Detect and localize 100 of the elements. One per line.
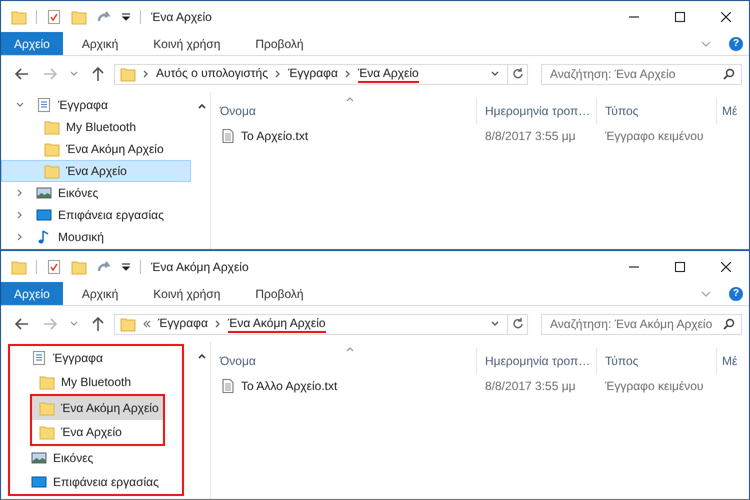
back-icon[interactable] xyxy=(14,66,30,82)
folder-icon xyxy=(44,141,60,157)
window-title: Ένα Ακόμη Αρχείο xyxy=(151,260,249,274)
breadcrumb[interactable]: Ένα Αρχείο xyxy=(358,66,419,82)
properties-icon[interactable] xyxy=(46,258,62,274)
collapse-chevron-icon[interactable] xyxy=(16,101,24,109)
breadcrumb-chevron-icon[interactable] xyxy=(143,70,149,78)
back-icon[interactable] xyxy=(14,316,30,332)
desktop-icon xyxy=(36,207,52,223)
document-icon xyxy=(36,97,52,113)
search-icon xyxy=(723,318,735,330)
close-icon xyxy=(721,12,731,22)
nav-item[interactable]: Ένα Αρχείο xyxy=(1,160,191,182)
nav-item[interactable]: My Bluetooth xyxy=(10,370,182,394)
breadcrumb-chevron-icon[interactable] xyxy=(214,320,221,328)
document-icon xyxy=(31,350,47,366)
nav-item[interactable]: Μουσική xyxy=(1,226,191,248)
nav-item[interactable]: Ένα Ακόμη Αρχείο xyxy=(32,396,163,420)
nav-item[interactable]: My Bluetooth xyxy=(1,116,191,138)
ribbon-tab[interactable]: Αρχική xyxy=(68,32,132,55)
breadcrumb-chevron-icon[interactable] xyxy=(344,70,351,78)
recent-caret-icon[interactable] xyxy=(70,70,78,78)
overflow-chevrons-icon[interactable] xyxy=(143,320,151,328)
refresh-button[interactable] xyxy=(508,64,528,84)
column-header[interactable]: Μέ xyxy=(716,98,741,124)
expand-chevron-icon[interactable] xyxy=(16,189,24,197)
breadcrumb[interactable]: Έγγραφα xyxy=(288,66,338,82)
nav-item[interactable]: Ένα Αρχείο xyxy=(32,420,163,444)
nav-item[interactable]: Ένα Ακόμη Αρχείο xyxy=(1,138,191,160)
search-field[interactable]: Αναζήτηση: Ένα Ακόμη Αρχείο xyxy=(541,314,742,334)
ribbon-tab[interactable]: Κοινή χρήση xyxy=(140,32,234,55)
column-header[interactable]: Ημερομηνία τροπ… xyxy=(476,348,596,374)
search-icon xyxy=(723,68,735,80)
folder-icon xyxy=(44,119,60,135)
properties-icon[interactable] xyxy=(46,8,62,24)
nav-item[interactable]: Επιφάνεια εργασίας xyxy=(10,470,182,494)
ribbon-tab[interactable]: Προβολή xyxy=(242,282,317,305)
expand-ribbon-icon[interactable] xyxy=(701,288,711,298)
customize-caret-icon[interactable] xyxy=(121,262,131,272)
nav-item[interactable]: Επιφάνεια εργασίας xyxy=(1,204,191,226)
refresh-icon xyxy=(512,68,524,80)
address-bar[interactable]: Αυτός ο υπολογιστής Έγγραφα Ένα Αρχείο xyxy=(114,64,508,84)
maximize-icon xyxy=(675,262,685,272)
nav-item[interactable]: Έγγραφα xyxy=(1,94,191,116)
column-header[interactable]: Τύπος xyxy=(596,348,716,374)
dropdown-caret-icon[interactable] xyxy=(491,70,499,78)
column-header[interactable]: Όνομα xyxy=(211,98,476,124)
column-header[interactable]: Μέ xyxy=(716,348,741,374)
nav-item[interactable]: Εικόνες xyxy=(1,182,191,204)
breadcrumb[interactable]: Αυτός ο υπολογιστής xyxy=(156,66,268,82)
ribbon-tab[interactable]: Αρχική xyxy=(68,282,132,305)
nav-item[interactable]: Εικόνες xyxy=(10,446,182,470)
folder-icon xyxy=(120,316,136,332)
ribbon-tab[interactable]: Αρχείο xyxy=(1,32,63,55)
ribbon-tab[interactable]: Αρχείο xyxy=(1,282,63,305)
up-icon[interactable] xyxy=(90,66,106,82)
scroll-up-icon[interactable] xyxy=(198,102,206,110)
folder-icon xyxy=(44,163,60,179)
expand-chevron-icon[interactable] xyxy=(16,211,24,219)
refresh-button[interactable] xyxy=(508,314,528,334)
refresh-icon xyxy=(512,318,524,330)
breadcrumb[interactable]: Έγγραφα xyxy=(158,316,208,332)
recent-caret-icon[interactable] xyxy=(70,320,78,328)
modified-date: 8/8/2017 3:55 μμ xyxy=(484,378,577,395)
pictures-icon xyxy=(31,450,47,466)
sort-ascending-icon[interactable] xyxy=(346,345,354,353)
maximize-icon xyxy=(675,12,685,22)
help-icon[interactable]: ? xyxy=(729,36,743,50)
window-title: Ένα Αρχείο xyxy=(151,10,212,24)
column-header[interactable]: Ημερομηνία τροπ… xyxy=(476,98,596,124)
column-header[interactable]: Τύπος xyxy=(596,98,716,124)
file-name[interactable]: Το Άλλο Αρχείο.txt xyxy=(241,379,338,393)
text-file-icon xyxy=(220,378,236,394)
sort-ascending-icon[interactable] xyxy=(346,95,354,103)
breadcrumb-chevron-icon[interactable] xyxy=(274,70,281,78)
file-type: Έγγραφο κειμένου xyxy=(604,378,704,395)
customize-caret-icon[interactable] xyxy=(121,12,131,22)
pictures-icon xyxy=(36,185,52,201)
folder-icon xyxy=(120,66,136,82)
address-bar[interactable]: Έγγραφα Ένα Ακόμη Αρχείο xyxy=(114,314,508,334)
ribbon-tab[interactable]: Κοινή χρήση xyxy=(140,282,234,305)
dropdown-caret-icon[interactable] xyxy=(491,320,499,328)
folder-icon xyxy=(39,374,55,390)
desktop-icon xyxy=(31,474,47,490)
expand-chevron-icon[interactable] xyxy=(16,233,24,241)
ribbon-tab[interactable]: Προβολή xyxy=(242,32,317,55)
modified-date: 8/8/2017 3:55 μμ xyxy=(484,128,577,145)
breadcrumb[interactable]: Ένα Ακόμη Αρχείο xyxy=(228,316,326,332)
close-icon xyxy=(721,262,731,272)
file-type: Έγγραφο κειμένου xyxy=(604,128,704,145)
scroll-up-icon[interactable] xyxy=(198,352,206,360)
help-icon[interactable]: ? xyxy=(729,286,743,300)
file-name[interactable]: Το Αρχείο.txt xyxy=(241,129,308,143)
up-icon[interactable] xyxy=(90,316,106,332)
nav-item[interactable]: Έγγραφα xyxy=(10,346,182,370)
column-header[interactable]: Όνομα xyxy=(211,348,476,374)
search-field[interactable]: Αναζήτηση: Ένα Αρχείο xyxy=(541,64,742,84)
text-file-icon xyxy=(220,128,236,144)
folder-icon xyxy=(39,424,55,440)
expand-ribbon-icon[interactable] xyxy=(701,38,711,48)
